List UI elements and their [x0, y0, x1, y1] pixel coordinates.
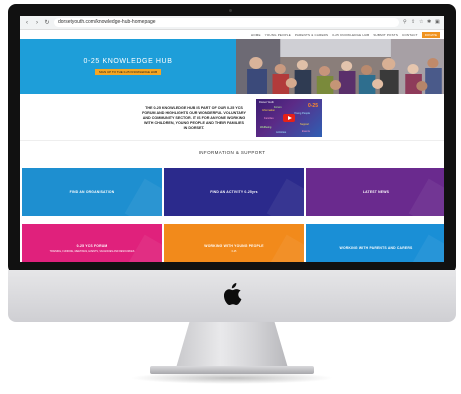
tile-label: WORKING WITH PARENTS AND CARERS — [339, 246, 413, 250]
share-icon[interactable]: ⇪ — [411, 20, 416, 25]
play-icon[interactable] — [283, 114, 295, 122]
tile-working-young-people[interactable]: WORKING WITH YOUNG PEOPLE 0-25 — [164, 224, 304, 262]
back-icon[interactable]: ‹ — [24, 20, 30, 26]
video-word: Events — [302, 130, 310, 133]
tile-ycs-forum[interactable]: 0-25 YCS FORUM TRAINING, FUNDING, MEETIN… — [22, 224, 162, 262]
video-word: Information — [262, 109, 275, 112]
tile-decoration — [408, 234, 444, 262]
browser-toolbar: ‹ › ↻ dorsetyouth.com/knowledge-hub-home… — [20, 16, 444, 30]
tile-label: WORKING WITH YOUNG PEOPLE — [204, 243, 264, 248]
tile-label: 0-25 YCS FORUM — [76, 243, 108, 248]
bookmark-star-icon[interactable]: ☆ — [419, 20, 424, 25]
hero-banner: 0-25 KNOWLEDGE HUB SIGN UP TO THE 0-25 K… — [20, 39, 444, 94]
video-word: Families — [264, 117, 274, 120]
imac-stand-neck — [176, 322, 288, 368]
tile-sublabel: TRAINING, FUNDING, MEETINGS, EVENTS, VAC… — [49, 249, 135, 253]
video-word: Forum — [274, 106, 282, 109]
apple-logo-icon — [224, 283, 242, 305]
video-word: Young People — [294, 112, 311, 115]
forward-icon[interactable]: › — [34, 20, 40, 26]
reload-icon[interactable]: ↻ — [44, 20, 50, 26]
hero-text-panel: 0-25 KNOWLEDGE HUB SIGN UP TO THE 0-25 K… — [20, 39, 236, 94]
tile-label: FIND AN ORGANISATION — [69, 190, 115, 194]
video-word: Wellbeing — [260, 126, 272, 129]
video-logo: 0-25 — [307, 103, 318, 109]
address-bar[interactable]: dorsetyouth.com/knowledge-hub-homepage — [54, 18, 399, 27]
sidebar-icon[interactable]: ▣ — [435, 20, 440, 25]
tile-find-organisation[interactable]: FIND AN ORGANISATION — [22, 168, 162, 216]
browser-actions: ⚲ ⇪ ☆ ✱ ▣ — [403, 20, 440, 25]
camera-icon — [229, 9, 232, 12]
imac-mockup: ‹ › ↻ dorsetyouth.com/knowledge-hub-home… — [0, 0, 461, 394]
extensions-icon[interactable]: ✱ — [427, 20, 432, 25]
zoom-icon[interactable]: ⚲ — [403, 20, 408, 25]
tile-decoration — [266, 234, 304, 262]
hero-photo — [236, 39, 444, 94]
tile-find-activity[interactable]: FIND AN ACTIVITY 0-25yrs — [164, 168, 304, 216]
donate-button[interactable]: DONATE — [421, 31, 440, 38]
nav-item-contact[interactable]: CONTACT — [402, 33, 418, 37]
browser-screen: ‹ › ↻ dorsetyouth.com/knowledge-hub-home… — [20, 16, 444, 262]
tile-label: LATEST NEWS — [362, 190, 390, 194]
signup-button[interactable]: SIGN UP TO THE 0-25 KNOWLEDGE HUB — [94, 69, 162, 75]
video-embed[interactable]: Dorset Youth 0-25 Information Young Peop… — [256, 99, 322, 137]
video-word: Activities — [276, 131, 287, 134]
nav-item-parents-carers[interactable]: PARENTS & CARERS — [295, 33, 328, 37]
tile-label: FIND AN ACTIVITY 0-25yrs — [210, 190, 258, 194]
nav-item-home[interactable]: HOME — [251, 33, 261, 37]
tile-sublabel: 0-25 — [231, 249, 237, 253]
site-navigation: HOME YOUNG PEOPLE PARENTS & CARERS 0-25 … — [20, 30, 444, 39]
video-word: Support — [300, 123, 310, 126]
video-channel: Dorset Youth — [259, 101, 274, 104]
tile-decoration — [124, 178, 162, 216]
page-title: 0-25 KNOWLEDGE HUB — [83, 58, 173, 65]
nav-item-young-people[interactable]: YOUNG PEOPLE — [265, 33, 291, 37]
intro-text: THE 0-25 KNOWLEDGE HUB IS PART OF OUR 0-… — [142, 105, 246, 130]
tile-decoration — [124, 234, 162, 262]
tile-decoration — [266, 178, 304, 216]
tile-grid: FIND AN ORGANISATION FIND AN ACTIVITY 0-… — [20, 164, 444, 262]
section-heading: INFORMATION & SUPPORT — [20, 140, 444, 164]
tile-working-parents-carers[interactable]: WORKING WITH PARENTS AND CARERS — [306, 224, 444, 262]
nav-item-knowledge-hub[interactable]: 0-25 KNOWLEDGE HUB — [332, 33, 369, 37]
tile-latest-news[interactable]: LATEST NEWS — [306, 168, 444, 216]
tile-decoration — [408, 178, 444, 216]
imac-stand-foot — [150, 366, 314, 374]
nav-item-submit-posts[interactable]: SUBMIT POSTS — [373, 33, 398, 37]
audience-photo-image — [236, 39, 444, 94]
intro-section: THE 0-25 KNOWLEDGE HUB IS PART OF OUR 0-… — [20, 94, 444, 140]
